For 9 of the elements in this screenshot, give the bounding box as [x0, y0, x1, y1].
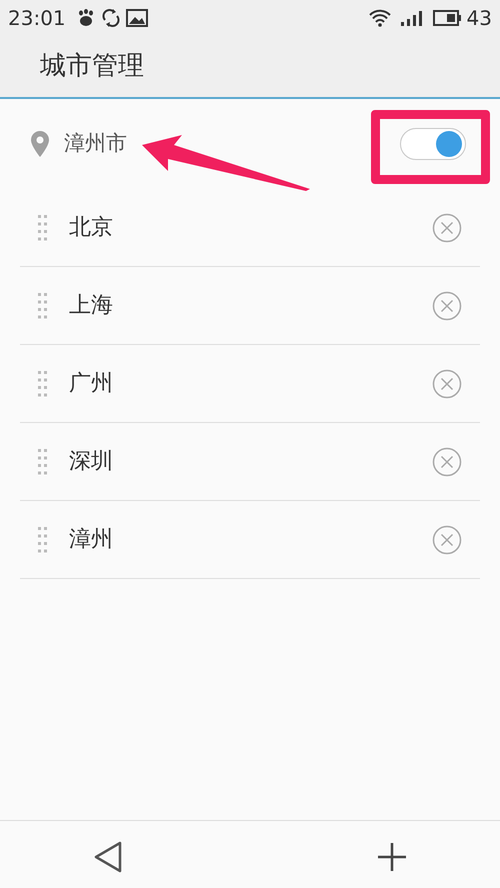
- current-city: 漳州市: [64, 130, 127, 158]
- city-name: 漳州: [69, 526, 113, 554]
- status-time: 23:01: [8, 4, 66, 32]
- city-name: 上海: [69, 292, 113, 320]
- battery-level: 43: [466, 4, 492, 32]
- city-name: 北京: [69, 214, 113, 242]
- city-name: 广州: [69, 370, 113, 398]
- page-title: 城市管理: [40, 50, 144, 82]
- city-name: 深圳: [69, 448, 113, 476]
